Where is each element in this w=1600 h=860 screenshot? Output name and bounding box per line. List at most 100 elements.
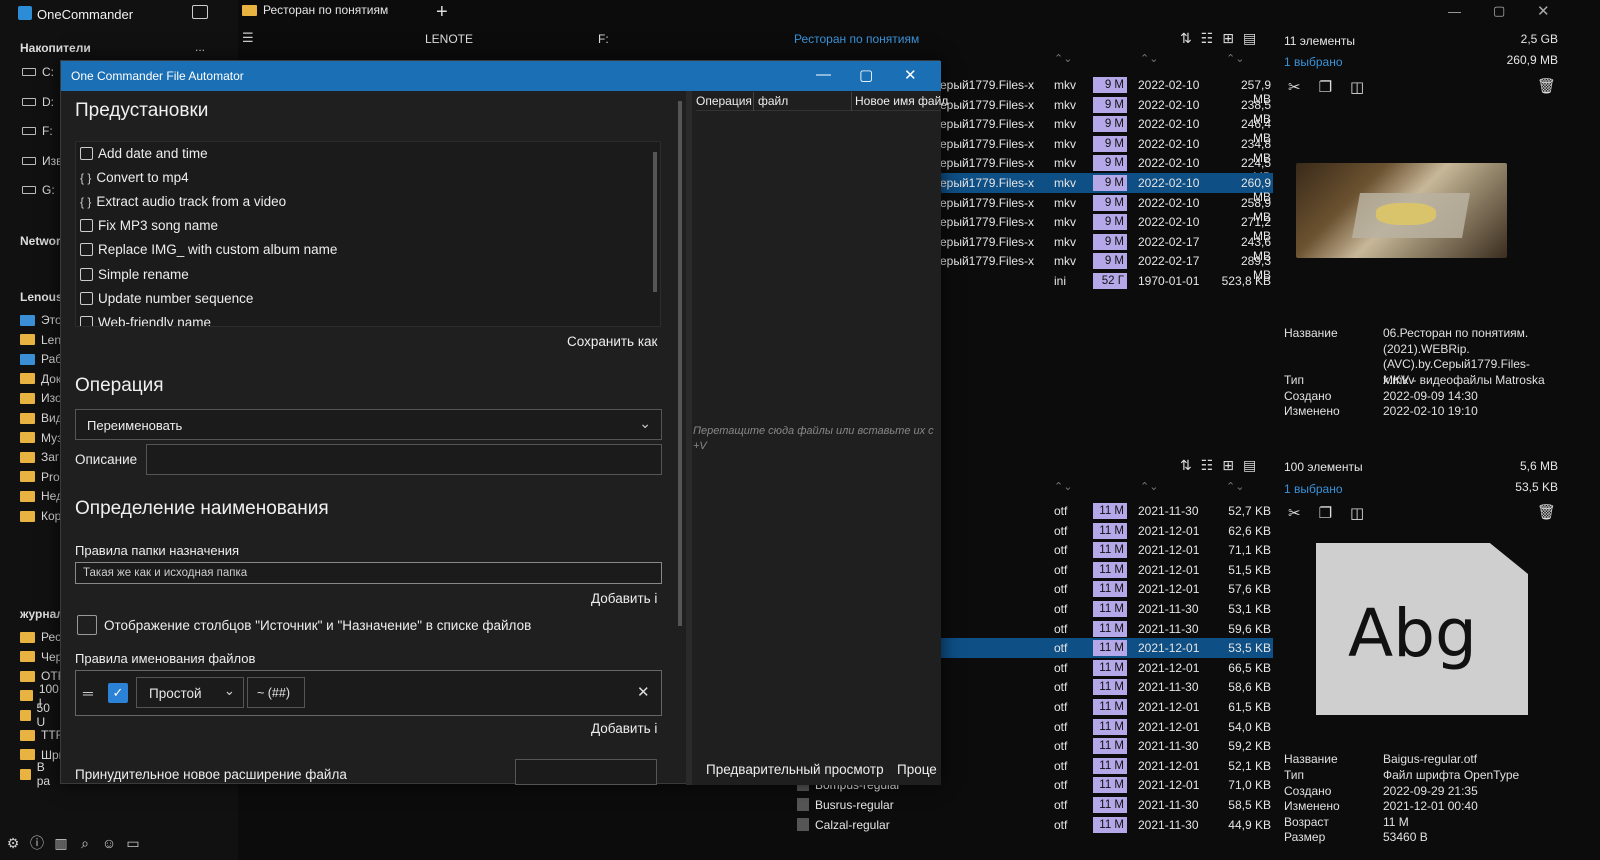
- file-row[interactable]: otf 11 M 2021-11-30 59,6 KB: [940, 619, 1273, 639]
- file-row[interactable]: otf 11 M 2021-11-30 58,6 KB: [940, 677, 1273, 697]
- minimize-icon[interactable]: —: [1448, 4, 1461, 19]
- preset-item[interactable]: Web-friendly name: [80, 315, 211, 326]
- preset-item[interactable]: { } Extract audio track from a video: [80, 194, 286, 209]
- file-row[interactable]: otf 11 M 2021-12-01 71,1 KB: [940, 540, 1273, 560]
- new-item-icon[interactable]: ⊞: [1222, 457, 1234, 474]
- file-row[interactable]: ерый1779.Files-x mkv 9 M 2022-02-10 258,9 MB: [940, 193, 1273, 224]
- sort-arrows-3[interactable]: ⌃⌄: [1226, 52, 1244, 65]
- file-row[interactable]: ерый1779.Files-x mkv 9 M 2022-02-10 260,9 MB: [940, 173, 1273, 204]
- save-as-button[interactable]: Сохранить как: [567, 334, 657, 349]
- force-ext-input[interactable]: [515, 759, 657, 785]
- file-row[interactable]: ерый1779.Files-xmkv9 M2022-02-10224,5 MB: [940, 153, 1273, 184]
- new-tab-button[interactable]: +: [436, 1, 448, 24]
- paste-icon[interactable]: ▤: [1243, 457, 1256, 474]
- remove-rule-icon[interactable]: ✕: [637, 683, 650, 701]
- file-row[interactable]: otf 11 M 2021-12-01 53,5 KB: [940, 638, 1273, 658]
- sort-arrows-b1[interactable]: ⌃⌄: [1054, 480, 1072, 493]
- file-row[interactable]: otf 11 M 2021-11-30 52,7 KB: [940, 501, 1273, 521]
- journal-item[interactable]: 50 U: [20, 701, 54, 729]
- file-row[interactable]: otf 11 M 2021-12-01 62,6 KB: [940, 521, 1273, 541]
- file-row[interactable]: otf 11 M 2021-12-01 66,5 KB: [940, 658, 1273, 678]
- sort-arrows-2[interactable]: ⌃⌄: [1140, 52, 1158, 65]
- preset-item[interactable]: Replace IMG_ with custom album name: [80, 242, 337, 257]
- journal-item[interactable]: В ра: [20, 760, 54, 788]
- file-row[interactable]: ерый1779.Files-x mkv 9 M 2022-02-10 246,4 MB: [940, 114, 1273, 145]
- delete-icon[interactable]: 🗑: [1537, 77, 1556, 95]
- maximize-icon[interactable]: ▢: [1493, 3, 1505, 19]
- dialog-close-icon[interactable]: ✕: [904, 66, 917, 84]
- sort-arrows-b3[interactable]: ⌃⌄: [1226, 480, 1244, 493]
- sort-icon[interactable]: ⇅: [1180, 457, 1192, 474]
- list-view-icon[interactable]: ☷: [1201, 457, 1214, 474]
- cut-icon[interactable]: ✂: [1288, 504, 1301, 522]
- paste-icon[interactable]: ▤: [1243, 30, 1256, 47]
- new-window-icon[interactable]: [192, 5, 208, 19]
- file-row[interactable]: ерый1779.Files-x mkv 9 M 2022-02-10 257,9 MB: [940, 75, 1273, 106]
- file-row[interactable]: otf 11 M 2021-12-01 61,5 KB: [940, 697, 1273, 717]
- dialog-left-scrollbar[interactable]: [678, 101, 682, 626]
- drive-item[interactable]: Изв: [22, 151, 63, 171]
- search-icon[interactable]: ⌕: [76, 834, 94, 852]
- drag-handle-icon[interactable]: ═: [83, 685, 93, 701]
- file-row[interactable]: ini 52 Г 1970-01-01 523,8 KB: [940, 271, 1273, 291]
- dest-rules-input[interactable]: Такая же как и исходная папка: [75, 562, 662, 584]
- delete-icon[interactable]: 🗑: [1537, 503, 1556, 521]
- close-icon[interactable]: ✕: [1537, 2, 1550, 20]
- file-row[interactable]: otf 11 M 2021-12-01 54,0 KB: [940, 717, 1273, 737]
- preset-item[interactable]: Simple rename: [80, 267, 189, 282]
- split-icon[interactable]: ◫: [1350, 78, 1364, 96]
- preset-item[interactable]: Add date and time: [80, 146, 208, 161]
- preview-button[interactable]: Предварительный просмотр: [706, 762, 884, 777]
- file-row[interactable]: Busrus-regular otf 11 M 2021-11-30 58,5 KB: [795, 795, 1273, 815]
- sort-arrows-1[interactable]: ⌃⌄: [1054, 52, 1072, 65]
- dialog-maximize-icon[interactable]: ▢: [859, 66, 873, 84]
- add-file-rule-button[interactable]: Добавить і: [591, 721, 657, 736]
- preset-scrollbar[interactable]: [653, 152, 657, 292]
- file-row[interactable]: ерый1779.Files-x mkv 9 M 2022-02-10 238,5 MB: [940, 95, 1273, 126]
- copy-icon[interactable]: ❐: [1319, 78, 1332, 96]
- drives-more-button[interactable]: ...: [195, 40, 205, 54]
- dialog-minimize-icon[interactable]: —: [816, 66, 831, 83]
- info-icon[interactable]: ⓘ: [28, 834, 46, 852]
- list-view-icon[interactable]: ☷: [1201, 30, 1214, 47]
- description-input[interactable]: [146, 444, 662, 475]
- file-row[interactable]: otf 11 M 2021-12-01 52,1 KB: [940, 756, 1273, 776]
- preset-item[interactable]: Update number sequence: [80, 291, 253, 306]
- file-row[interactable]: otf 11 M 2021-11-30 53,1 KB: [940, 599, 1273, 619]
- show-columns-checkbox[interactable]: [77, 615, 97, 635]
- tab-ресторан[interactable]: Ресторан по понятиям: [242, 3, 388, 17]
- file-row[interactable]: otf 11 M 2021-12-01 51,5 KB: [940, 560, 1273, 580]
- drive-item[interactable]: F:: [22, 121, 53, 141]
- pane2-path[interactable]: F:: [598, 32, 609, 46]
- cut-icon[interactable]: ✂: [1288, 78, 1301, 96]
- copy-icon[interactable]: ❐: [1319, 504, 1332, 522]
- rule-type-select[interactable]: Простой ⌄: [136, 677, 244, 708]
- columns-icon[interactable]: ▥: [52, 834, 70, 852]
- operation-select[interactable]: Переименовать ⌄: [75, 409, 662, 440]
- pane1-path[interactable]: LENOTE: [425, 32, 473, 46]
- file-row[interactable]: otf 11 M 2021-11-30 59,2 KB: [940, 736, 1273, 756]
- screen-icon[interactable]: ▭: [124, 834, 142, 852]
- settings-icon[interactable]: ⚙: [4, 834, 22, 852]
- file-row[interactable]: ерый1779.Files-x mkv 9 M 2022-02-17 243,6 MB: [940, 232, 1273, 263]
- split-icon[interactable]: ◫: [1350, 504, 1364, 522]
- file-row[interactable]: ерый1779.Files-x mkv 9 M 2022-02-17 289,3 MB: [940, 251, 1273, 282]
- file-row[interactable]: Calzal-regular otf 11 M 2021-11-30 44,9 KB: [795, 815, 1273, 835]
- drive-item[interactable]: D:: [22, 92, 54, 112]
- drive-item[interactable]: C:: [22, 62, 54, 82]
- pane1-menu-icon[interactable]: ☰: [242, 30, 254, 46]
- new-item-icon[interactable]: ⊞: [1222, 30, 1234, 47]
- grid-col-newname[interactable]: Новое имя файл: [855, 94, 948, 108]
- file-row[interactable]: ерый1779.Files-x mkv 9 M 2022-02-10 271,2 MB: [940, 212, 1273, 243]
- rule-enabled-checkbox[interactable]: ✓: [108, 683, 128, 703]
- preset-item[interactable]: { } Convert to mp4: [80, 170, 189, 185]
- drive-item[interactable]: G:: [22, 180, 55, 200]
- sort-arrows-b2[interactable]: ⌃⌄: [1140, 480, 1158, 493]
- preset-item[interactable]: Fix MP3 song name: [80, 218, 218, 233]
- sort-icon[interactable]: ⇅: [1180, 30, 1192, 47]
- add-dest-rule-button[interactable]: Добавить і: [591, 591, 657, 606]
- file-row[interactable]: ерый1779.Files-x mkv 9 M 2022-02-10 234,8 MB: [940, 134, 1273, 165]
- rule-pattern-input[interactable]: ~ (##): [247, 677, 305, 708]
- grid-col-file[interactable]: файл: [758, 94, 788, 108]
- process-button[interactable]: Проце: [897, 762, 937, 777]
